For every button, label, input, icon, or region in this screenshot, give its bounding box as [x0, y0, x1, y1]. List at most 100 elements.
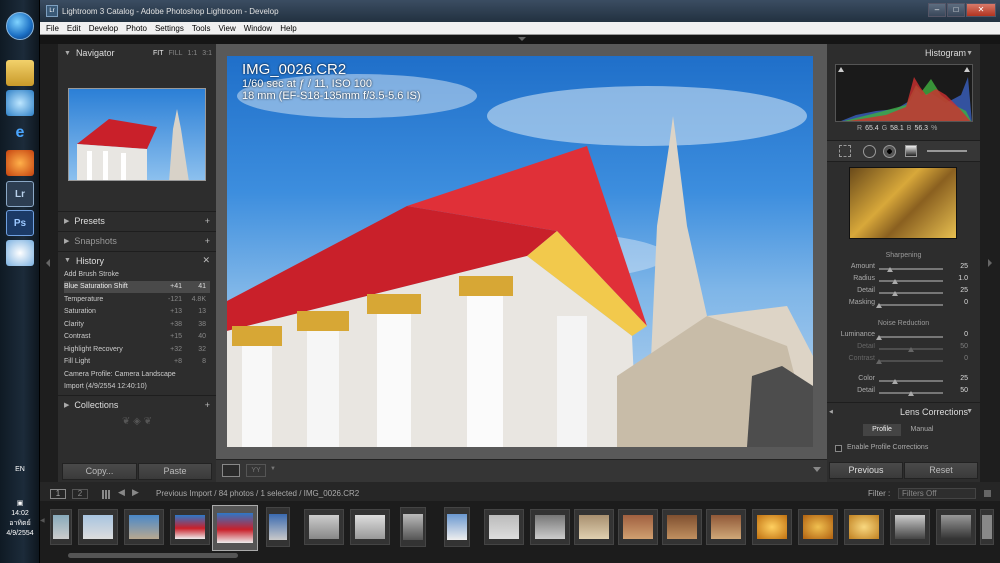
menu-help[interactable]: Help: [280, 24, 296, 33]
zoom-fit[interactable]: FIT: [153, 50, 164, 57]
slider-value[interactable]: 25: [948, 375, 968, 382]
zoom-3-1[interactable]: 3:1: [202, 50, 212, 57]
add-snapshot-icon[interactable]: +: [205, 236, 210, 246]
thumbnail[interactable]: [400, 507, 426, 547]
slider-row[interactable]: Detail 25: [827, 287, 980, 299]
thumbnail[interactable]: [350, 509, 390, 545]
menu-edit[interactable]: Edit: [67, 24, 81, 33]
paint-icon[interactable]: [6, 240, 34, 266]
before-after-button[interactable]: YY: [246, 464, 266, 477]
thumbnail[interactable]: [530, 509, 570, 545]
crop-tool-icon[interactable]: [839, 145, 851, 157]
lens-corrections-header[interactable]: ◀ Lens Corrections ▼: [827, 402, 980, 420]
filter-select[interactable]: Filters Off: [898, 488, 976, 499]
shadow-clipping-icon[interactable]: [838, 67, 844, 72]
histogram-header[interactable]: Histogram ▼: [827, 44, 980, 62]
language-indicator[interactable]: EN: [0, 465, 40, 475]
grid-view-icon[interactable]: [102, 490, 111, 499]
zoom-fill[interactable]: FILL: [169, 50, 183, 57]
presets-header[interactable]: ▶ Presets +: [58, 211, 216, 229]
history-item[interactable]: Highlight Recovery +32 32: [64, 344, 210, 356]
previous-button[interactable]: Previous: [829, 462, 903, 479]
zoom-1-1[interactable]: 1:1: [188, 50, 198, 57]
enable-profile-checkbox[interactable]: [835, 445, 842, 452]
slider-knob[interactable]: [876, 359, 882, 364]
add-collection-icon[interactable]: +: [205, 400, 210, 410]
red-eye-tool-icon[interactable]: [883, 145, 896, 158]
toolbar-menu-icon[interactable]: [813, 467, 821, 472]
slider-track[interactable]: [879, 360, 943, 362]
module-picker-toggle[interactable]: [40, 35, 1000, 44]
lightroom-icon[interactable]: Lr: [6, 181, 34, 207]
history-item[interactable]: Import (4/9/2554 12:40:10): [64, 381, 210, 393]
slider-value[interactable]: 0: [948, 355, 968, 362]
thumbnail[interactable]: [618, 509, 658, 545]
slider-track[interactable]: [879, 292, 943, 294]
thumbnail[interactable]: [78, 509, 118, 545]
chevron-down-icon[interactable]: ▼: [270, 466, 276, 472]
lens-tab-profile[interactable]: Profile: [863, 424, 901, 436]
start-orb-icon[interactable]: [6, 12, 34, 40]
photoshop-icon[interactable]: Ps: [6, 210, 34, 236]
slider-knob[interactable]: [908, 347, 914, 352]
history-item[interactable]: Clarity +38 38: [64, 319, 210, 331]
thumbnail[interactable]: [484, 509, 524, 545]
thumbnail[interactable]: [662, 509, 702, 545]
firefox-icon[interactable]: [6, 150, 34, 176]
slider-value[interactable]: 25: [948, 287, 968, 294]
slider-value[interactable]: 25: [948, 263, 968, 270]
thumbnail[interactable]: [50, 509, 72, 545]
thumbnail[interactable]: [844, 509, 884, 545]
thumbnail[interactable]: [890, 509, 930, 545]
slider-track[interactable]: [879, 304, 943, 306]
history-item[interactable]: Temperature -121 4.8K: [64, 294, 210, 306]
menu-window[interactable]: Window: [244, 24, 272, 33]
minimize-button[interactable]: –: [928, 3, 946, 17]
menu-file[interactable]: File: [46, 24, 59, 33]
slider-knob[interactable]: [886, 267, 893, 272]
thumbnail[interactable]: [444, 507, 470, 547]
graduated-filter-tool-icon[interactable]: [905, 145, 917, 157]
loupe-view-button[interactable]: [222, 464, 240, 477]
internet-explorer-icon[interactable]: e: [6, 120, 34, 146]
explorer-icon[interactable]: [6, 60, 34, 86]
thumbnail[interactable]: [936, 509, 976, 545]
slider-row[interactable]: Detail 50: [827, 387, 980, 399]
network-icon[interactable]: [6, 90, 34, 116]
history-item-selected[interactable]: Blue Saturation Shift +41 41: [64, 281, 210, 293]
clear-history-icon[interactable]: ✕: [202, 255, 210, 266]
slider-knob[interactable]: [892, 379, 898, 384]
slider-row[interactable]: Amount 25: [827, 263, 980, 275]
forward-arrow-icon[interactable]: ▶: [132, 487, 139, 498]
thumbnail[interactable]: [124, 509, 164, 545]
thumbnail[interactable]: [574, 509, 614, 545]
thumbnail[interactable]: [980, 509, 994, 545]
collections-header[interactable]: ▶ Collections +: [58, 395, 216, 413]
reset-button[interactable]: Reset: [904, 462, 978, 479]
slider-value[interactable]: 0: [948, 299, 968, 306]
slider-value[interactable]: 50: [948, 387, 968, 394]
main-photo[interactable]: IMG_0026.CR2 1/60 sec at ƒ / 11, ISO 100…: [227, 56, 813, 447]
history-item[interactable]: Add Brush Stroke: [64, 269, 210, 281]
slider-knob[interactable]: [876, 303, 882, 308]
thumbnail[interactable]: [706, 509, 746, 545]
close-button[interactable]: ✕: [966, 3, 996, 17]
menu-photo[interactable]: Photo: [126, 24, 147, 33]
slider-row[interactable]: Luminance 0: [827, 331, 980, 343]
slider-row[interactable]: Detail 50: [827, 343, 980, 355]
maximize-button[interactable]: □: [947, 3, 965, 17]
slider-track[interactable]: [879, 336, 943, 338]
window-1-button[interactable]: 1: [50, 489, 66, 499]
back-arrow-icon[interactable]: ◀: [118, 487, 125, 498]
slider-row[interactable]: Radius 1.0: [827, 275, 980, 287]
thumbnail[interactable]: [266, 507, 290, 547]
history-item[interactable]: Contrast +15 40: [64, 331, 210, 343]
thumbnail[interactable]: [170, 509, 210, 545]
thumbnail-selected[interactable]: [212, 505, 258, 551]
left-panel-toggle[interactable]: [40, 44, 58, 482]
thumbnail[interactable]: [304, 509, 344, 545]
slider-value[interactable]: 1.0: [948, 275, 968, 282]
network-tray-icon[interactable]: ▣: [0, 499, 40, 509]
history-header[interactable]: ▼ History ✕: [58, 251, 216, 269]
lens-tab-manual[interactable]: Manual: [903, 424, 941, 436]
